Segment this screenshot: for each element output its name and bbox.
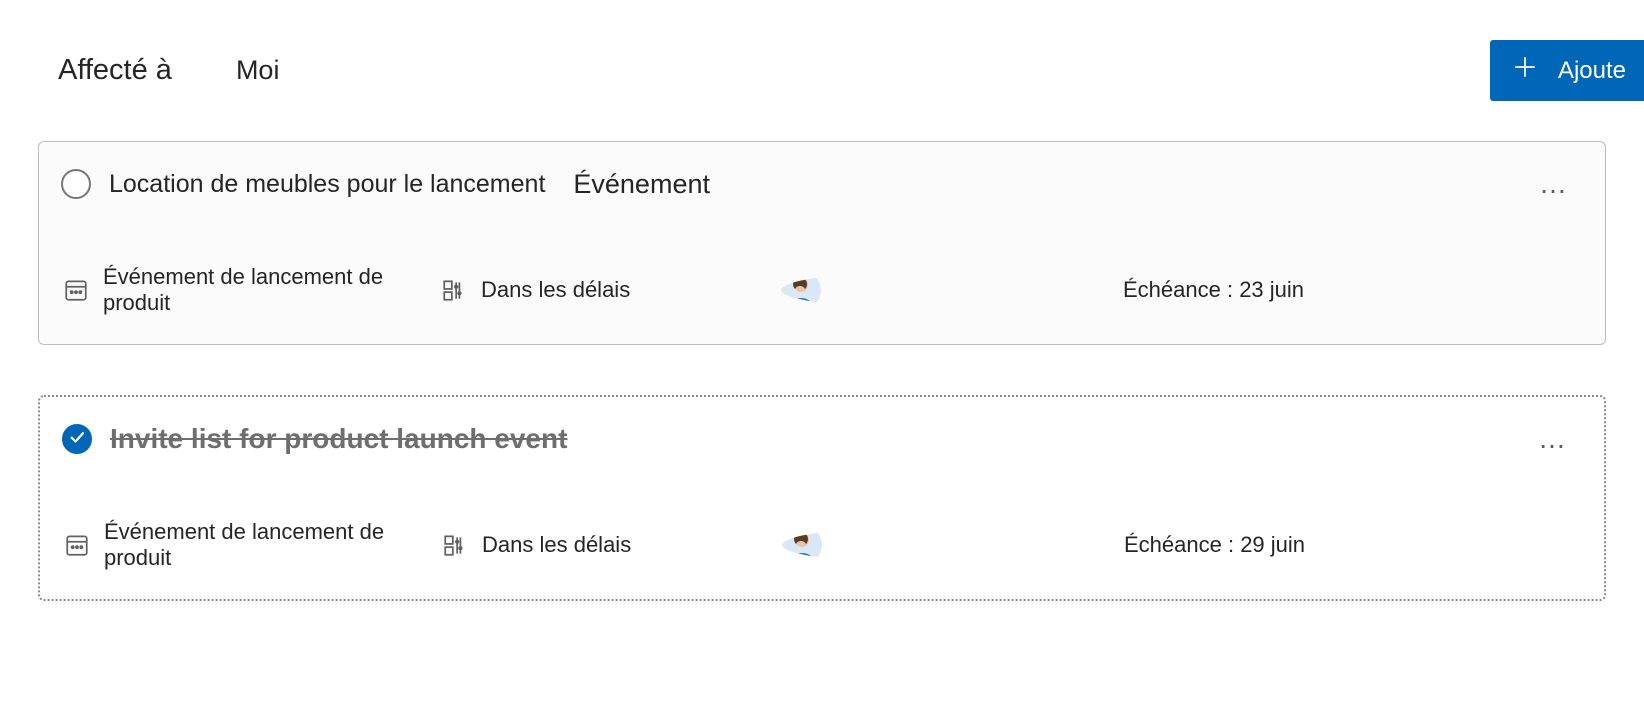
task-card[interactable]: Invite list for product launch event … É… [38,395,1606,601]
status-icon [442,532,468,558]
task-due: Échéance : 29 juin [1124,532,1576,558]
task-plan: Événement de lancement de produit [63,264,441,316]
calendar-icon [64,532,90,558]
more-icon: … [1539,168,1569,199]
avatar [782,525,822,565]
task-status: Dans les délais [441,277,781,303]
status-icon [441,277,467,303]
task-title: Invite list for product launch event [110,423,567,455]
add-task-button[interactable]: Ajoute [1490,40,1644,101]
avatar [781,270,821,310]
task-status-label: Dans les délais [482,532,631,558]
calendar-icon [63,277,89,303]
task-title: Location de meubles pour le lancement [109,170,545,199]
assigned-filter[interactable]: Affecté à Moi [58,54,279,87]
task-due-label: Échéance : 23 juin [1123,277,1304,303]
completion-toggle[interactable] [62,424,92,454]
task-category: Événement [573,169,710,200]
task-assignee [782,525,1124,565]
task-list: Location de meubles pour le lancement Év… [0,141,1644,601]
assigned-label: Affecté à [58,54,172,87]
task-status-label: Dans les délais [481,277,630,303]
more-icon: … [1538,423,1568,454]
completion-toggle[interactable] [61,169,91,199]
task-plan-label: Événement de lancement de produit [104,519,442,571]
task-status: Dans les délais [442,532,782,558]
more-menu-button[interactable]: … [1530,419,1576,459]
checkmark-icon [68,428,86,451]
add-button-label: Ajoute [1558,57,1626,85]
plus-icon [1512,54,1538,87]
task-plan-label: Événement de lancement de produit [103,264,441,316]
task-assignee [781,270,1123,310]
task-plan: Événement de lancement de produit [64,519,442,571]
more-menu-button[interactable]: … [1531,164,1577,204]
assigned-value: Moi [236,55,280,86]
task-due: Échéance : 23 juin [1123,277,1577,303]
header: Affecté à Moi Ajoute [0,0,1644,141]
task-due-label: Échéance : 29 juin [1124,532,1305,558]
task-card[interactable]: Location de meubles pour le lancement Év… [38,141,1606,345]
